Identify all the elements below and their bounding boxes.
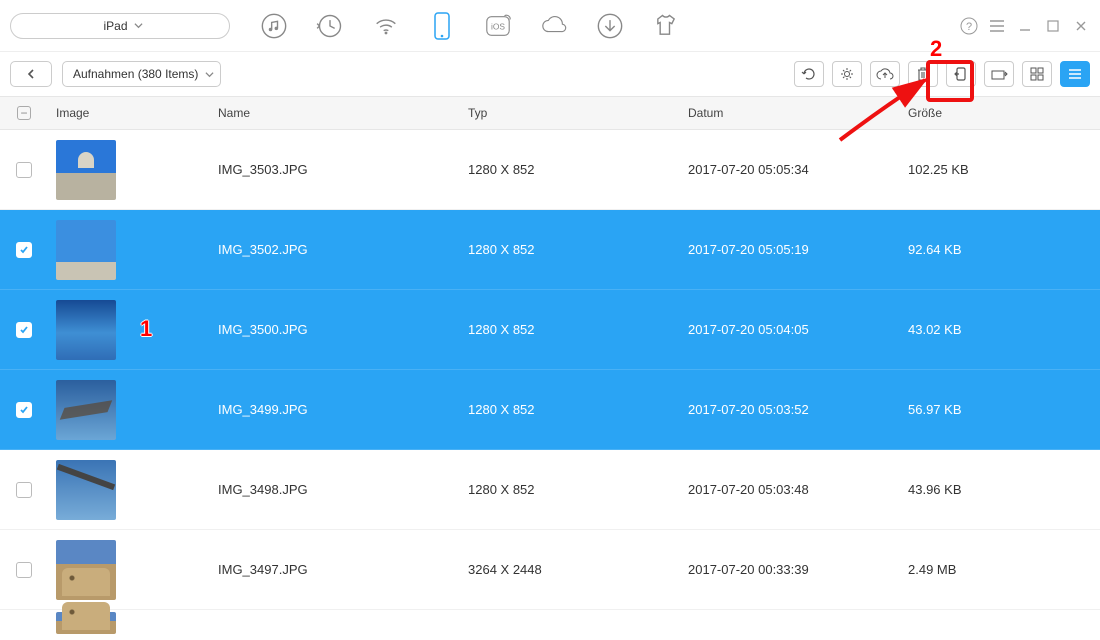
cell-datum: 2017-07-20 05:05:34: [688, 162, 908, 177]
device-icon[interactable]: [428, 12, 456, 40]
cell-typ: 1280 X 852: [468, 482, 688, 497]
thumbnail: [56, 300, 116, 360]
column-name[interactable]: Name: [218, 106, 468, 120]
cloud-icon[interactable]: [540, 12, 568, 40]
chevron-down-icon: [134, 21, 143, 30]
delete-button[interactable]: [908, 61, 938, 87]
cell-size: 43.02 KB: [908, 322, 1100, 337]
menu-icon[interactable]: [988, 17, 1006, 35]
row-checkbox[interactable]: [16, 482, 32, 498]
table-row[interactable]: [0, 610, 1100, 636]
window-controls: ?: [960, 17, 1090, 35]
music-icon[interactable]: [260, 12, 288, 40]
action-tools: [794, 61, 1090, 87]
cell-datum: 2017-07-20 05:03:52: [688, 402, 908, 417]
column-size[interactable]: Größe: [908, 106, 1100, 120]
cell-typ: 1280 X 852: [468, 322, 688, 337]
cell-name: IMG_3500.JPG: [218, 322, 468, 337]
table-header: − Image Name Typ Datum Größe: [0, 96, 1100, 130]
cell-typ: 1280 X 852: [468, 402, 688, 417]
maximize-icon[interactable]: [1044, 17, 1062, 35]
wifi-icon[interactable]: [372, 12, 400, 40]
row-checkbox[interactable]: [16, 562, 32, 578]
settings-button[interactable]: [832, 61, 862, 87]
cell-datum: 2017-07-20 05:05:19: [688, 242, 908, 257]
table-row[interactable]: IMG_3503.JPG1280 X 8522017-07-20 05:05:3…: [0, 130, 1100, 210]
table-row[interactable]: IMG_3502.JPG1280 X 8522017-07-20 05:05:1…: [0, 210, 1100, 290]
history-icon[interactable]: [316, 12, 344, 40]
cloud-upload-button[interactable]: [870, 61, 900, 87]
thumbnail: [56, 540, 116, 600]
thumbnail: [56, 380, 116, 440]
table-row[interactable]: IMG_3500.JPG1280 X 8522017-07-20 05:04:0…: [0, 290, 1100, 370]
refresh-button[interactable]: [794, 61, 824, 87]
select-all-checkbox[interactable]: −: [17, 106, 31, 120]
thumbnail: [56, 220, 116, 280]
cell-typ: 3264 X 2448: [468, 562, 688, 577]
table-row[interactable]: IMG_3498.JPG1280 X 8522017-07-20 05:03:4…: [0, 450, 1100, 530]
ios-icon[interactable]: iOS: [484, 12, 512, 40]
table-row[interactable]: IMG_3499.JPG1280 X 8522017-07-20 05:03:5…: [0, 370, 1100, 450]
list-view-button[interactable]: [1060, 61, 1090, 87]
cell-size: 2.49 MB: [908, 562, 1100, 577]
cell-datum: 2017-07-20 05:04:05: [688, 322, 908, 337]
cell-datum: 2017-07-20 00:33:39: [688, 562, 908, 577]
category-icons: iOS: [260, 12, 680, 40]
cell-typ: 1280 X 852: [468, 162, 688, 177]
file-table: − Image Name Typ Datum Größe IMG_3503.JP…: [0, 96, 1100, 636]
row-checkbox[interactable]: [16, 402, 32, 418]
download-icon[interactable]: [596, 12, 624, 40]
send-to-device-button[interactable]: [946, 61, 976, 87]
cell-datum: 2017-07-20 05:03:48: [688, 482, 908, 497]
close-icon[interactable]: [1072, 17, 1090, 35]
cell-name: IMG_3498.JPG: [218, 482, 468, 497]
sub-toolbar: Aufnahmen (380 Items): [0, 52, 1100, 96]
breadcrumb-label: Aufnahmen (380 Items): [73, 67, 198, 81]
table-body: IMG_3503.JPG1280 X 8522017-07-20 05:05:3…: [0, 130, 1100, 636]
grid-view-button[interactable]: [1022, 61, 1052, 87]
cell-size: 56.97 KB: [908, 402, 1100, 417]
svg-text:?: ?: [966, 21, 972, 33]
breadcrumb-selector[interactable]: Aufnahmen (380 Items): [62, 61, 221, 87]
tshirt-icon[interactable]: [652, 12, 680, 40]
minimize-icon[interactable]: [1016, 17, 1034, 35]
row-checkbox[interactable]: [16, 162, 32, 178]
column-image[interactable]: Image: [48, 106, 218, 120]
device-selector[interactable]: iPad: [10, 13, 230, 39]
column-typ[interactable]: Typ: [468, 106, 688, 120]
cell-size: 102.25 KB: [908, 162, 1100, 177]
help-icon[interactable]: ?: [960, 17, 978, 35]
column-datum[interactable]: Datum: [688, 106, 908, 120]
top-toolbar: iPad iOS ?: [0, 0, 1100, 52]
cell-name: IMG_3502.JPG: [218, 242, 468, 257]
svg-text:iOS: iOS: [491, 21, 505, 31]
thumbnail: [56, 460, 116, 520]
cell-name: IMG_3499.JPG: [218, 402, 468, 417]
chevron-down-icon: [205, 70, 214, 79]
thumbnail: [56, 140, 116, 200]
back-button[interactable]: [10, 61, 52, 87]
row-checkbox[interactable]: [16, 322, 32, 338]
cell-size: 92.64 KB: [908, 242, 1100, 257]
cell-name: IMG_3497.JPG: [218, 562, 468, 577]
table-row[interactable]: IMG_3497.JPG3264 X 24482017-07-20 00:33:…: [0, 530, 1100, 610]
cell-size: 43.96 KB: [908, 482, 1100, 497]
thumbnail: [56, 612, 116, 634]
cell-name: IMG_3503.JPG: [218, 162, 468, 177]
cell-typ: 1280 X 852: [468, 242, 688, 257]
row-checkbox[interactable]: [16, 242, 32, 258]
export-button[interactable]: [984, 61, 1014, 87]
device-name: iPad: [103, 19, 127, 33]
